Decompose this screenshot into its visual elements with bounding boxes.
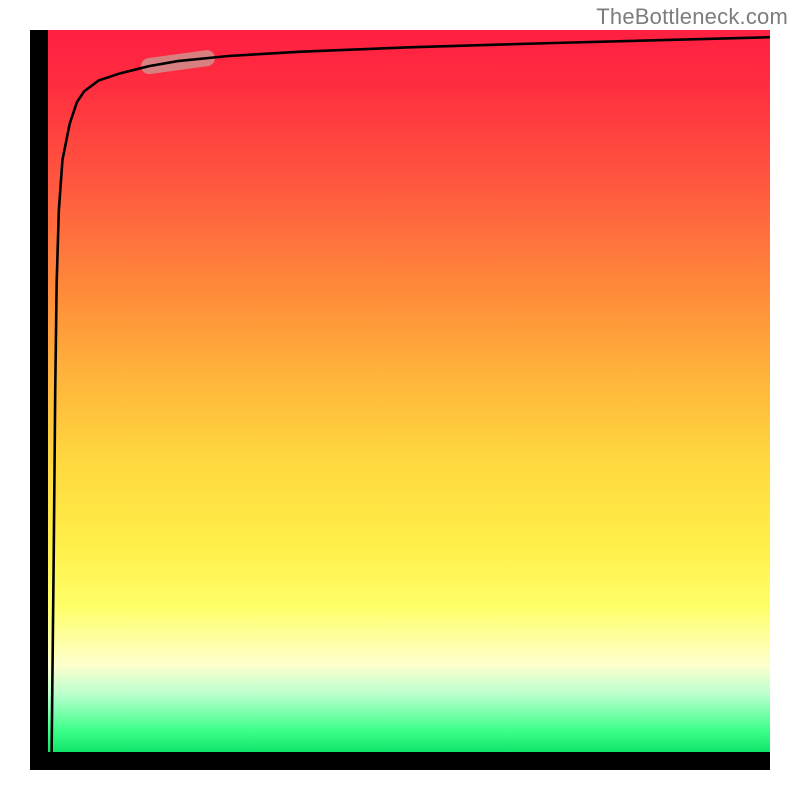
x-axis [30,752,770,770]
attribution-text: TheBottleneck.com [596,4,788,30]
chart-frame [30,30,770,770]
bottleneck-curve-path [52,37,770,752]
y-axis [30,30,48,770]
chart-svg [48,30,770,752]
